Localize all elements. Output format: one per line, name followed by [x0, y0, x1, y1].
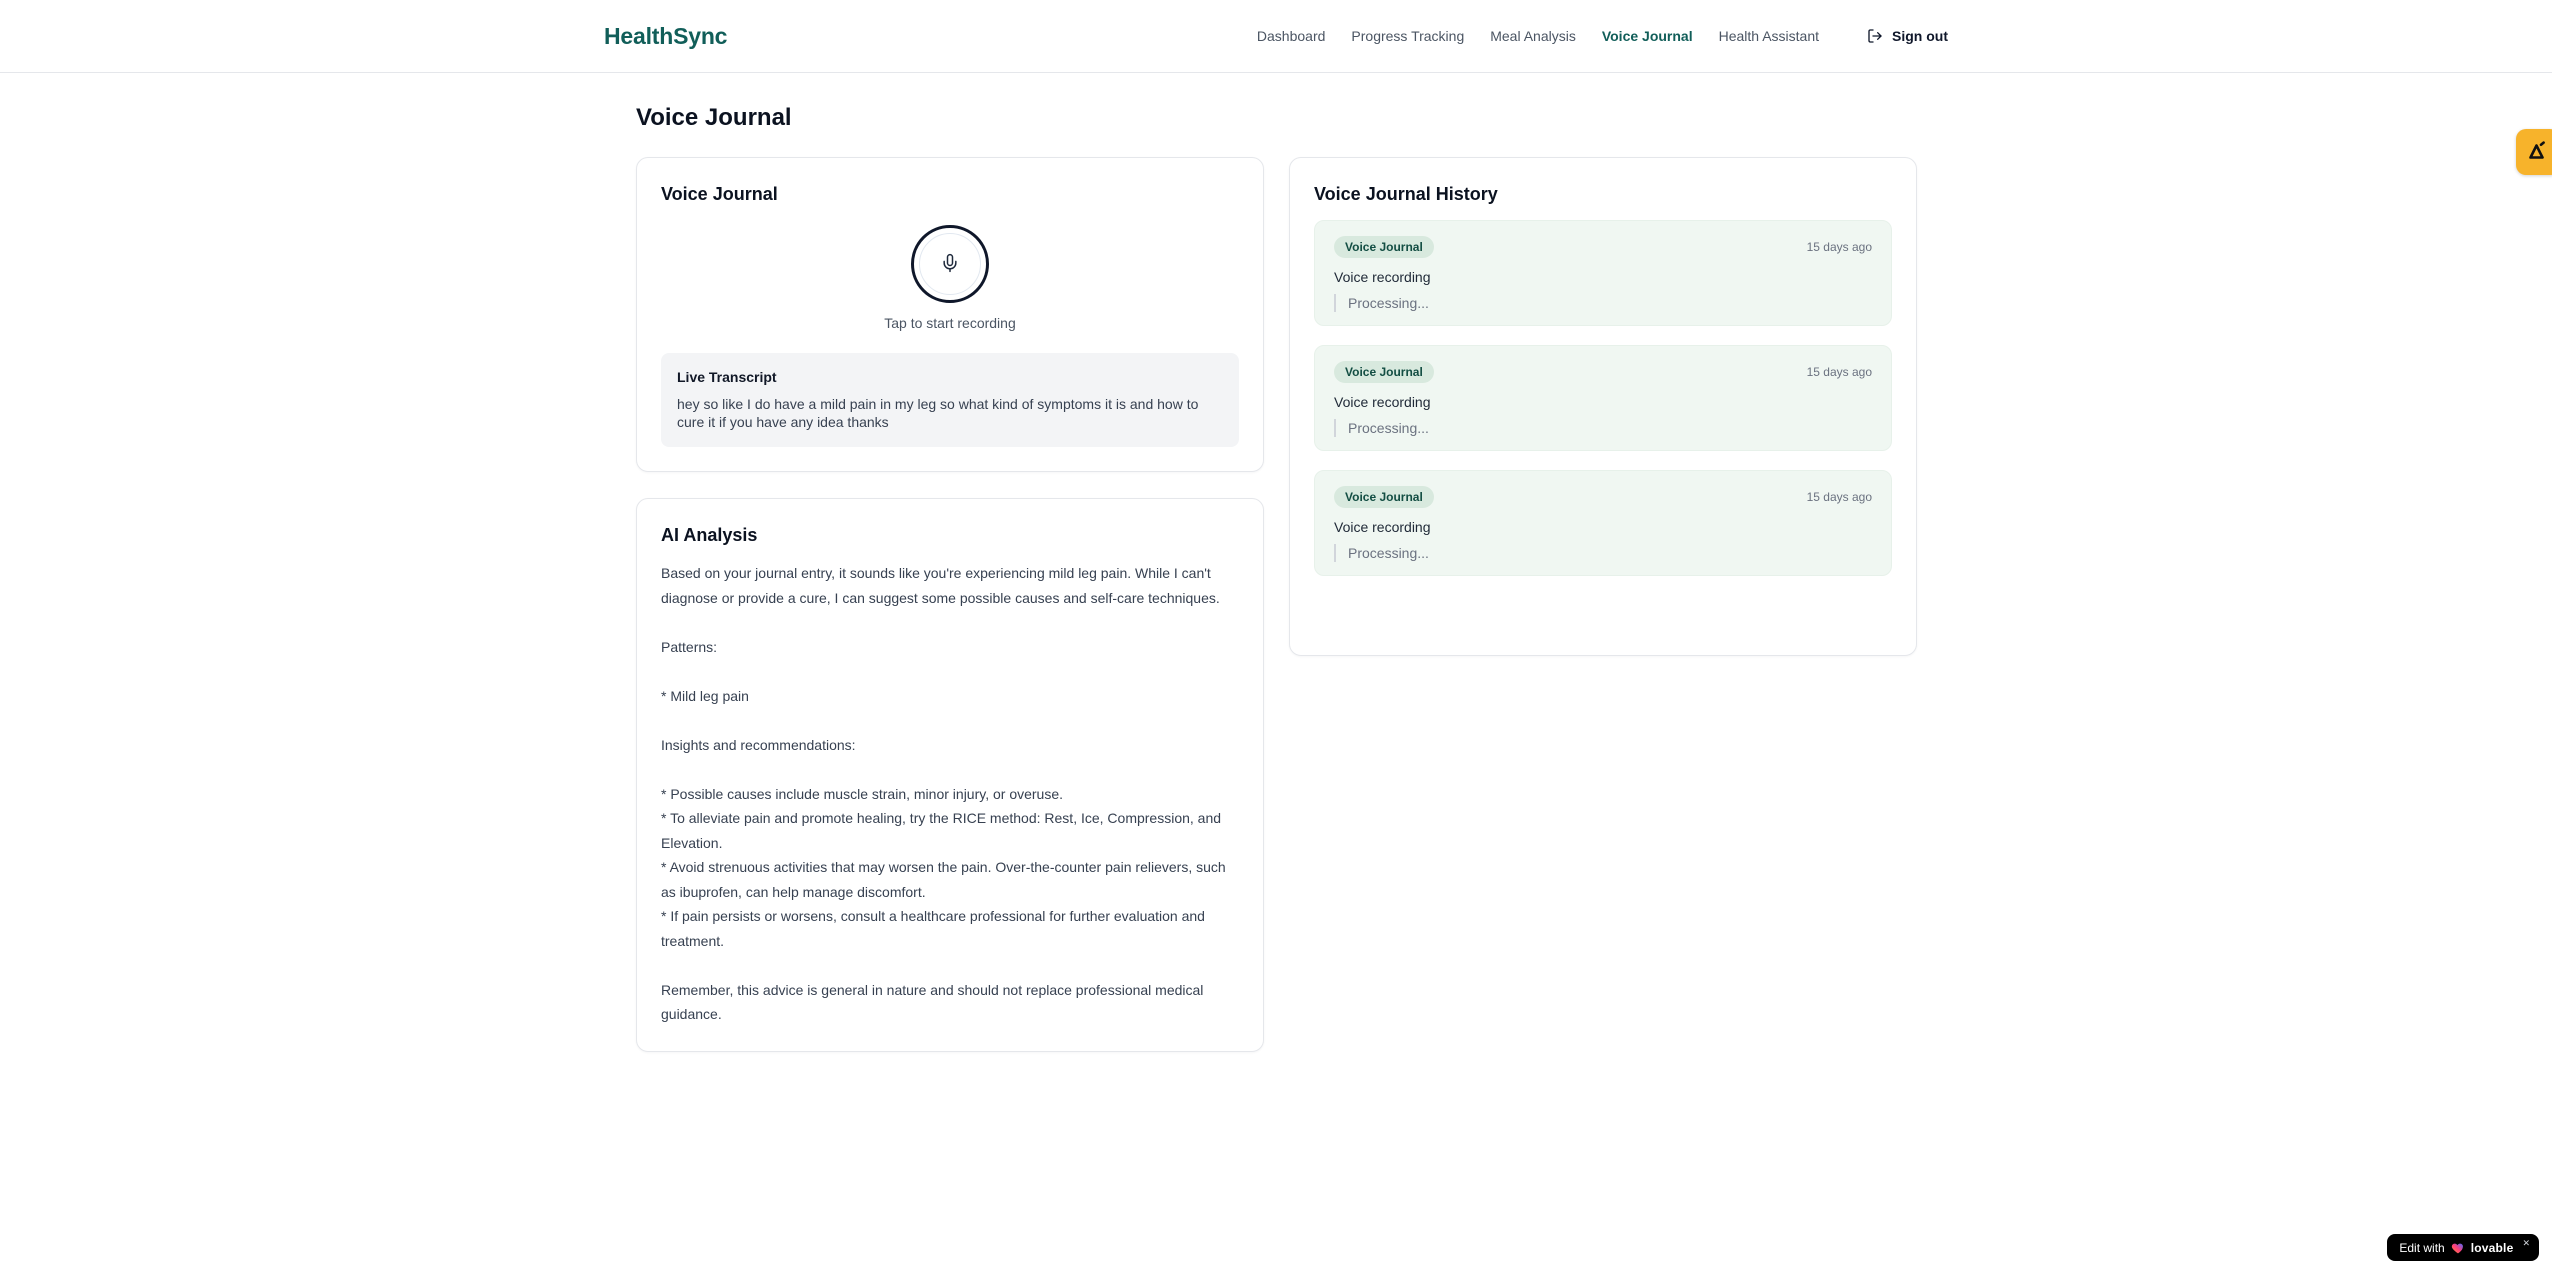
entry-timestamp: 15 days ago	[1806, 490, 1872, 504]
entry-status: Processing...	[1334, 419, 1872, 437]
nav-item-dashboard[interactable]: Dashboard	[1257, 28, 1326, 44]
history-entry[interactable]: Voice Journal 15 days ago Voice recordin…	[1314, 220, 1892, 326]
edit-with-lovable-badge[interactable]: Edit with lovable ✕	[2387, 1234, 2539, 1261]
page-title: Voice Journal	[636, 104, 792, 131]
record-button-ring	[919, 233, 981, 295]
voice-recorder-card: Voice Journal Tap to start recording Liv…	[636, 157, 1264, 472]
entry-type-badge: Voice Journal	[1334, 486, 1434, 508]
live-transcript-text: hey so like I do have a mild pain in my …	[677, 396, 1199, 430]
page-content: Voice Journal Voice Journal Tap to start…	[636, 103, 1918, 1052]
nav-item-voice-journal[interactable]: Voice Journal	[1602, 28, 1693, 44]
entry-type-badge: Voice Journal	[1334, 236, 1434, 258]
recorder-center: Tap to start recording	[661, 206, 1239, 331]
top-navbar: HealthSync Dashboard Progress Tracking M…	[0, 0, 2552, 73]
nav-item-health-assistant[interactable]: Health Assistant	[1719, 28, 1819, 44]
entry-title: Voice recording	[1334, 394, 1431, 410]
history-entry-header: Voice Journal 15 days ago	[1334, 236, 1872, 258]
two-column-layout: Voice Journal Tap to start recording Liv…	[636, 157, 1918, 1052]
lovable-side-badge[interactable]	[2516, 129, 2552, 175]
history-entry-header: Voice Journal 15 days ago	[1334, 486, 1872, 508]
entry-timestamp: 15 days ago	[1806, 240, 1872, 254]
brand-logo[interactable]: HealthSync	[604, 23, 727, 50]
sign-out-label: Sign out	[1892, 28, 1948, 44]
entry-status: Processing...	[1334, 544, 1872, 562]
entry-type-badge: Voice Journal	[1334, 361, 1434, 383]
navbar-inner: HealthSync Dashboard Progress Tracking M…	[604, 0, 1948, 72]
history-card-title: Voice Journal History	[1314, 184, 1498, 204]
microphone-icon	[940, 253, 960, 276]
history-entry[interactable]: Voice Journal 15 days ago Voice recordin…	[1314, 345, 1892, 451]
ai-analysis-body: Based on your journal entry, it sounds l…	[661, 565, 1226, 1022]
recorder-card-title: Voice Journal	[661, 184, 778, 204]
live-transcript-box: Live Transcript hey so like I do have a …	[661, 353, 1239, 447]
history-entry[interactable]: Voice Journal 15 days ago Voice recordin…	[1314, 470, 1892, 576]
ai-analysis-card: AI Analysis Based on your journal entry,…	[636, 498, 1264, 1052]
record-button[interactable]	[911, 225, 989, 303]
edit-pill-brand: lovable	[2470, 1240, 2514, 1255]
sign-out-button[interactable]: Sign out	[1867, 28, 1948, 44]
voice-journal-history-card: Voice Journal History Voice Journal 15 d…	[1289, 157, 1917, 656]
history-entry-header: Voice Journal 15 days ago	[1334, 361, 1872, 383]
tap-to-record-label: Tap to start recording	[884, 315, 1016, 331]
ai-analysis-title: AI Analysis	[661, 525, 758, 545]
lovable-spark-icon	[2524, 138, 2548, 167]
entry-title: Voice recording	[1334, 269, 1431, 285]
left-column: Voice Journal Tap to start recording Liv…	[636, 157, 1264, 1052]
right-column: Voice Journal History Voice Journal 15 d…	[1289, 157, 1917, 656]
nav-item-progress-tracking[interactable]: Progress Tracking	[1351, 28, 1464, 44]
nav-item-meal-analysis[interactable]: Meal Analysis	[1490, 28, 1576, 44]
entry-status: Processing...	[1334, 294, 1872, 312]
live-transcript-title: Live Transcript	[677, 369, 777, 385]
primary-nav: Dashboard Progress Tracking Meal Analysi…	[1257, 28, 1948, 44]
entry-timestamp: 15 days ago	[1806, 365, 1872, 379]
close-icon[interactable]: ✕	[2522, 1239, 2530, 1248]
heart-icon	[2451, 1241, 2465, 1254]
edit-pill-prefix: Edit with	[2399, 1240, 2445, 1255]
entry-title: Voice recording	[1334, 519, 1431, 535]
logout-icon	[1867, 28, 1883, 44]
